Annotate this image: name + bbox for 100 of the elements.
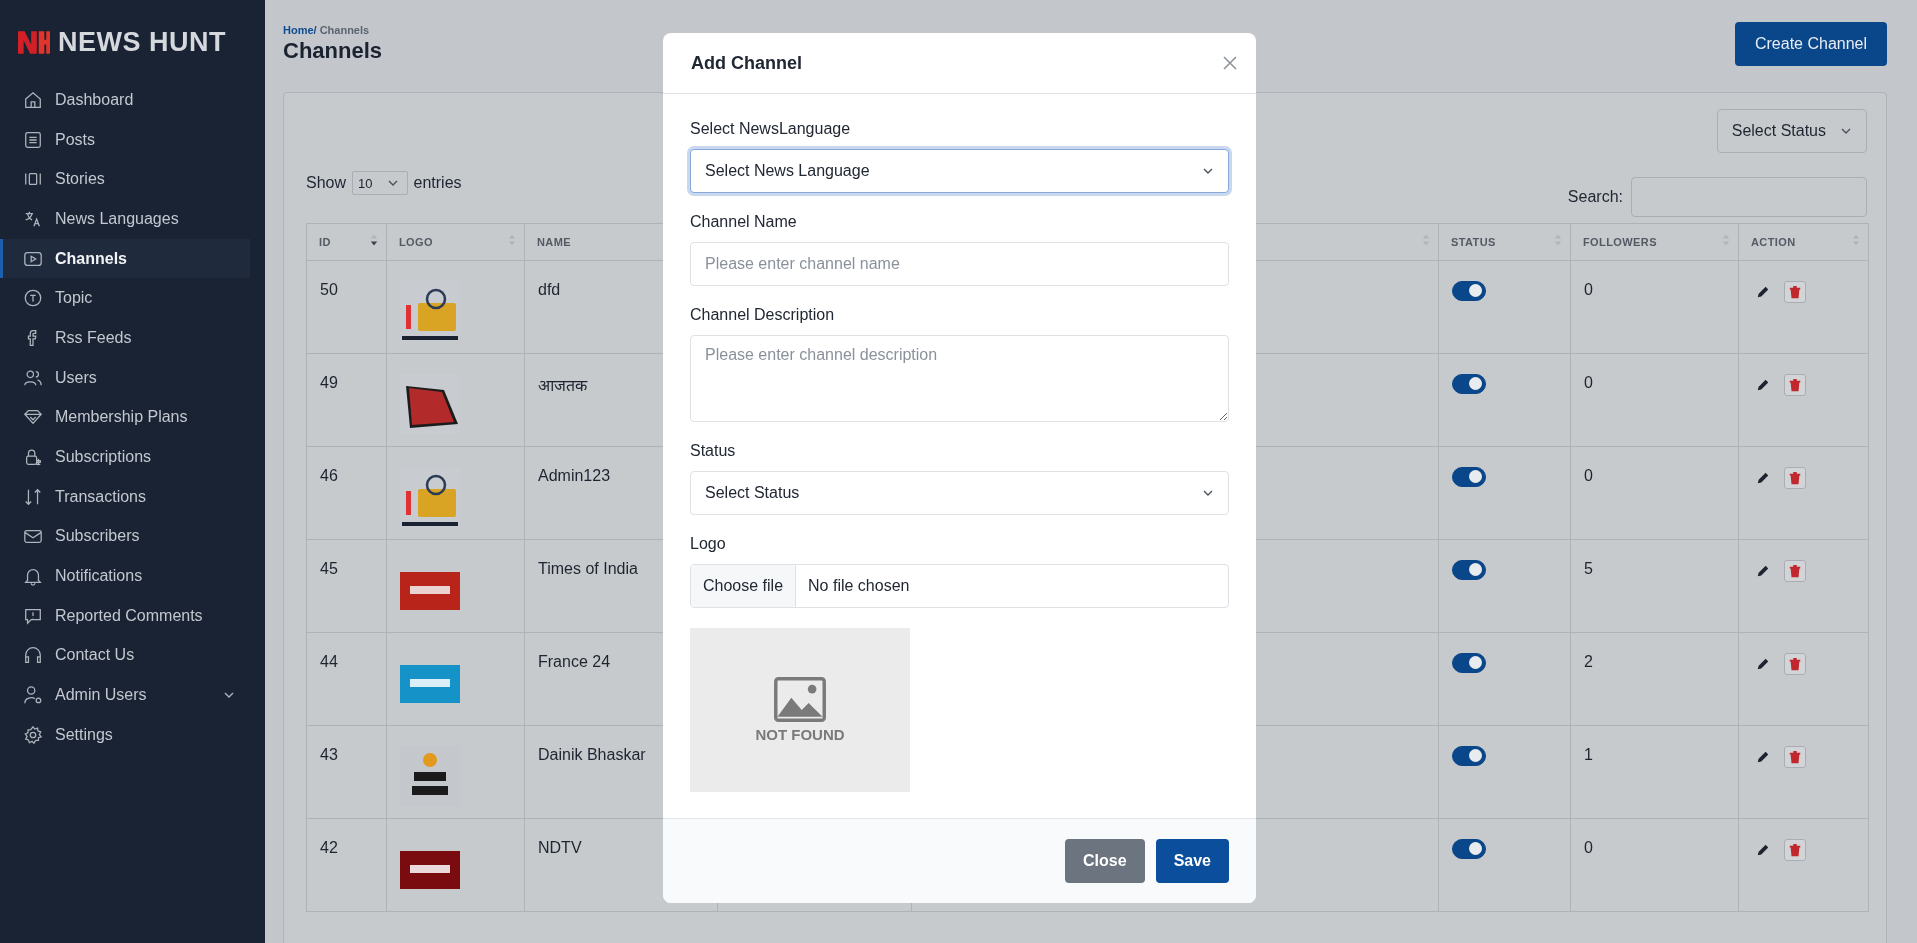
sidebar-item[interactable]: Reported Comments — [0, 595, 250, 636]
image-icon — [774, 677, 826, 722]
not-found-text: NOT FOUND — [755, 726, 845, 743]
show-label: Show — [306, 174, 347, 192]
page-title: Channels — [283, 38, 383, 64]
save-button[interactable]: Save — [1155, 839, 1229, 883]
sidebar-item[interactable]: News Languages — [0, 199, 250, 239]
brand-name: NEWS HUNT — [58, 26, 226, 58]
table-cell: 0 — [1584, 374, 1593, 391]
delete-button[interactable] — [1784, 467, 1806, 489]
trash-icon — [1788, 564, 1802, 578]
search-field[interactable] — [1631, 177, 1867, 217]
table-cell: France 24 — [538, 653, 611, 670]
breadcrumb-current: Channels — [319, 24, 370, 36]
select-field[interactable]: Select Status — [690, 471, 1229, 515]
close-icon[interactable] — [1222, 55, 1238, 71]
delete-button[interactable] — [1784, 281, 1806, 303]
user-gear-icon — [23, 685, 43, 706]
choose-file-button[interactable]: Choose file — [691, 565, 797, 607]
delete-button[interactable] — [1784, 839, 1806, 861]
lock-icon — [23, 447, 43, 468]
table-cell: आजतक — [538, 377, 587, 394]
table-cell: 0 — [1584, 839, 1593, 856]
sidebar-item[interactable]: Stories — [0, 159, 250, 200]
pencil-icon — [1756, 285, 1770, 299]
delete-button[interactable] — [1784, 374, 1806, 396]
trash-icon — [1788, 378, 1802, 392]
page-size-select[interactable]: 10 — [352, 171, 408, 195]
table-cell: 44 — [320, 653, 338, 670]
chevron-icon — [386, 179, 399, 187]
status-toggle[interactable] — [1452, 560, 1486, 580]
chevron-icon — [223, 691, 235, 700]
bell-icon — [23, 566, 43, 587]
table-cell: 49 — [320, 374, 338, 391]
sidebar-item[interactable]: Transactions — [0, 476, 250, 517]
trash-icon — [1788, 750, 1802, 764]
status-toggle[interactable] — [1452, 281, 1486, 301]
select-field[interactable]: Select News Language — [690, 149, 1229, 193]
pencil-icon — [1756, 657, 1770, 671]
sidebar-item[interactable]: Topic — [0, 278, 250, 319]
headset-icon — [23, 645, 43, 666]
sidebar-item[interactable]: Posts — [0, 119, 250, 160]
table-cell: 0 — [1584, 281, 1593, 298]
field-label: Logo — [690, 535, 727, 553]
status-toggle[interactable] — [1452, 746, 1486, 766]
field-label: Channel Description — [690, 306, 836, 324]
sidebar-item[interactable]: Settings — [0, 715, 250, 755]
column-header[interactable]: ACTION — [1738, 223, 1869, 261]
dialog-title: Add Channel — [691, 52, 802, 74]
list-icon — [23, 129, 43, 150]
trash-icon — [1788, 471, 1802, 485]
sort-arrows-icon — [23, 486, 43, 507]
input-field[interactable]: Please enter channel name — [690, 242, 1229, 286]
chevron-icon — [1202, 167, 1214, 175]
create-channel-button[interactable]: Create Channel — [1735, 22, 1887, 66]
delete-button[interactable] — [1784, 560, 1806, 582]
close-button[interactable]: Close — [1065, 839, 1145, 883]
column-header[interactable]: ID — [306, 223, 387, 261]
sidebar-item[interactable]: Dashboard — [0, 80, 250, 120]
column-header[interactable]: STATUS — [1438, 223, 1571, 261]
table-cell: 50 — [320, 281, 338, 298]
delete-button[interactable] — [1784, 653, 1806, 675]
field-label: Status — [690, 442, 737, 460]
status-filter[interactable]: Select Status — [1716, 109, 1867, 153]
column-header[interactable]: FOLLOWERS — [1570, 223, 1739, 261]
letter-circle-icon — [23, 288, 43, 309]
sidebar-item[interactable]: Users — [0, 357, 250, 398]
status-toggle[interactable] — [1452, 653, 1486, 673]
textarea-field[interactable]: Please enter channel description — [690, 335, 1229, 422]
pencil-icon — [1756, 471, 1770, 485]
table-cell: 2 — [1584, 653, 1593, 670]
sidebar-item[interactable]: Subscribers — [0, 516, 250, 557]
status-toggle[interactable] — [1452, 839, 1486, 859]
home-icon — [23, 89, 43, 110]
sidebar-item[interactable]: Notifications — [0, 556, 250, 596]
sidebar-item[interactable]: Channels — [0, 238, 250, 279]
table-cell: 45 — [320, 560, 338, 577]
pencil-icon — [1756, 378, 1770, 392]
sidebar-item[interactable]: Rss Feeds — [0, 318, 250, 358]
table-cell: 43 — [320, 746, 338, 763]
sidebar-item[interactable]: Admin Users — [0, 675, 250, 715]
table-cell: NDTV — [538, 839, 582, 856]
status-toggle[interactable] — [1452, 374, 1486, 394]
logo-icon — [18, 30, 50, 54]
sidebar-item[interactable]: Membership Plans — [0, 397, 250, 438]
pencil-icon — [1756, 750, 1770, 764]
gear-icon — [23, 724, 43, 745]
table-cell: 46 — [320, 467, 338, 484]
sidebar-item[interactable]: Subscriptions — [0, 437, 250, 477]
column-header[interactable]: LOGO — [386, 223, 525, 261]
trash-icon — [1788, 285, 1802, 299]
table-cell: 42 — [320, 839, 338, 856]
status-toggle[interactable] — [1452, 467, 1486, 487]
table-cell: Admin123 — [538, 467, 611, 484]
table-cell: Times of India — [538, 560, 638, 577]
breadcrumb-link[interactable]: Home/ — [283, 24, 317, 36]
delete-button[interactable] — [1784, 746, 1806, 768]
table-cell: dfd — [538, 281, 561, 298]
sidebar-item[interactable]: Contact Us — [0, 635, 250, 676]
file-field[interactable]: Choose file No file chosen — [690, 564, 1229, 608]
